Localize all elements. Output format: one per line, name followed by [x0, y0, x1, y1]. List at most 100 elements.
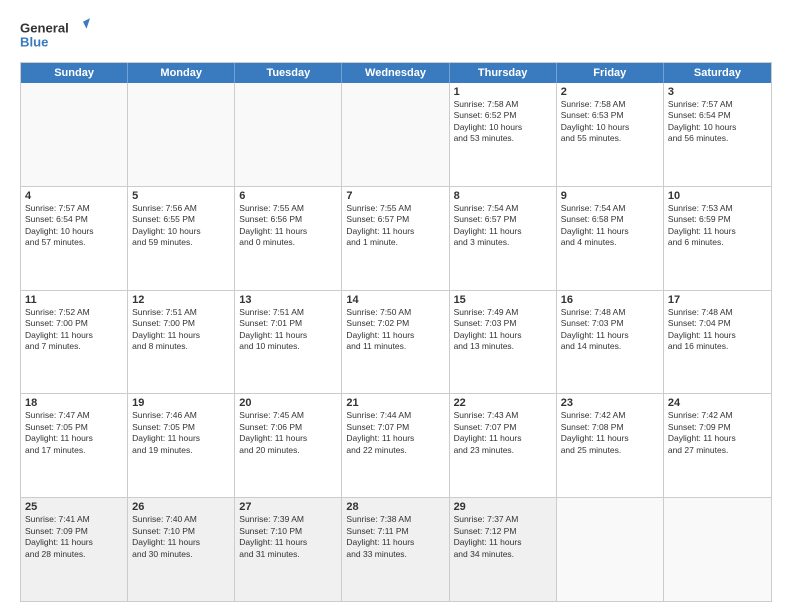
day-info: Sunrise: 7:39 AM Sunset: 7:10 PM Dayligh…: [239, 514, 337, 560]
calendar-cell: 27Sunrise: 7:39 AM Sunset: 7:10 PM Dayli…: [235, 498, 342, 601]
svg-text:Blue: Blue: [20, 34, 48, 49]
day-number: 27: [239, 501, 337, 513]
day-number: 6: [239, 190, 337, 202]
header-day: Saturday: [664, 63, 771, 83]
day-info: Sunrise: 7:57 AM Sunset: 6:54 PM Dayligh…: [25, 203, 123, 249]
day-number: 26: [132, 501, 230, 513]
calendar-cell: 14Sunrise: 7:50 AM Sunset: 7:02 PM Dayli…: [342, 291, 449, 394]
day-number: 20: [239, 397, 337, 409]
calendar-cell: [128, 83, 235, 186]
day-number: 25: [25, 501, 123, 513]
day-number: 13: [239, 294, 337, 306]
header-day: Monday: [128, 63, 235, 83]
calendar-cell: 17Sunrise: 7:48 AM Sunset: 7:04 PM Dayli…: [664, 291, 771, 394]
calendar-cell: 9Sunrise: 7:54 AM Sunset: 6:58 PM Daylig…: [557, 187, 664, 290]
calendar-cell: [342, 83, 449, 186]
day-number: 10: [668, 190, 767, 202]
calendar: SundayMondayTuesdayWednesdayThursdayFrid…: [20, 62, 772, 602]
day-info: Sunrise: 7:48 AM Sunset: 7:03 PM Dayligh…: [561, 307, 659, 353]
calendar-cell: 23Sunrise: 7:42 AM Sunset: 7:08 PM Dayli…: [557, 394, 664, 497]
page: General Blue SundayMondayTuesdayWednesda…: [0, 0, 792, 612]
day-number: 9: [561, 190, 659, 202]
day-number: 4: [25, 190, 123, 202]
day-number: 17: [668, 294, 767, 306]
day-number: 14: [346, 294, 444, 306]
day-number: 7: [346, 190, 444, 202]
day-info: Sunrise: 7:54 AM Sunset: 6:58 PM Dayligh…: [561, 203, 659, 249]
day-number: 18: [25, 397, 123, 409]
calendar-cell: 15Sunrise: 7:49 AM Sunset: 7:03 PM Dayli…: [450, 291, 557, 394]
calendar-cell: 8Sunrise: 7:54 AM Sunset: 6:57 PM Daylig…: [450, 187, 557, 290]
day-number: 29: [454, 501, 552, 513]
day-info: Sunrise: 7:50 AM Sunset: 7:02 PM Dayligh…: [346, 307, 444, 353]
calendar-cell: 4Sunrise: 7:57 AM Sunset: 6:54 PM Daylig…: [21, 187, 128, 290]
calendar-cell: 24Sunrise: 7:42 AM Sunset: 7:09 PM Dayli…: [664, 394, 771, 497]
day-number: 23: [561, 397, 659, 409]
calendar-cell: 3Sunrise: 7:57 AM Sunset: 6:54 PM Daylig…: [664, 83, 771, 186]
day-info: Sunrise: 7:51 AM Sunset: 7:01 PM Dayligh…: [239, 307, 337, 353]
calendar-cell: [557, 498, 664, 601]
day-info: Sunrise: 7:42 AM Sunset: 7:08 PM Dayligh…: [561, 410, 659, 456]
calendar-cell: 21Sunrise: 7:44 AM Sunset: 7:07 PM Dayli…: [342, 394, 449, 497]
day-number: 12: [132, 294, 230, 306]
calendar-cell: 11Sunrise: 7:52 AM Sunset: 7:00 PM Dayli…: [21, 291, 128, 394]
calendar-cell: 25Sunrise: 7:41 AM Sunset: 7:09 PM Dayli…: [21, 498, 128, 601]
day-info: Sunrise: 7:37 AM Sunset: 7:12 PM Dayligh…: [454, 514, 552, 560]
day-info: Sunrise: 7:58 AM Sunset: 6:53 PM Dayligh…: [561, 99, 659, 145]
svg-text:General: General: [20, 20, 69, 35]
calendar-row: 11Sunrise: 7:52 AM Sunset: 7:00 PM Dayli…: [21, 290, 771, 394]
header-day: Friday: [557, 63, 664, 83]
calendar-cell: 12Sunrise: 7:51 AM Sunset: 7:00 PM Dayli…: [128, 291, 235, 394]
day-info: Sunrise: 7:46 AM Sunset: 7:05 PM Dayligh…: [132, 410, 230, 456]
day-info: Sunrise: 7:45 AM Sunset: 7:06 PM Dayligh…: [239, 410, 337, 456]
day-info: Sunrise: 7:40 AM Sunset: 7:10 PM Dayligh…: [132, 514, 230, 560]
day-info: Sunrise: 7:41 AM Sunset: 7:09 PM Dayligh…: [25, 514, 123, 560]
calendar-row: 18Sunrise: 7:47 AM Sunset: 7:05 PM Dayli…: [21, 393, 771, 497]
day-number: 22: [454, 397, 552, 409]
calendar-cell: 20Sunrise: 7:45 AM Sunset: 7:06 PM Dayli…: [235, 394, 342, 497]
header-day: Thursday: [450, 63, 557, 83]
calendar-cell: 19Sunrise: 7:46 AM Sunset: 7:05 PM Dayli…: [128, 394, 235, 497]
day-number: 24: [668, 397, 767, 409]
calendar-row: 25Sunrise: 7:41 AM Sunset: 7:09 PM Dayli…: [21, 497, 771, 601]
calendar-cell: 13Sunrise: 7:51 AM Sunset: 7:01 PM Dayli…: [235, 291, 342, 394]
day-number: 1: [454, 86, 552, 98]
calendar-cell: 22Sunrise: 7:43 AM Sunset: 7:07 PM Dayli…: [450, 394, 557, 497]
day-info: Sunrise: 7:53 AM Sunset: 6:59 PM Dayligh…: [668, 203, 767, 249]
logo-svg: General Blue: [20, 16, 90, 52]
calendar-cell: 1Sunrise: 7:58 AM Sunset: 6:52 PM Daylig…: [450, 83, 557, 186]
header-day: Tuesday: [235, 63, 342, 83]
day-number: 21: [346, 397, 444, 409]
day-info: Sunrise: 7:55 AM Sunset: 6:57 PM Dayligh…: [346, 203, 444, 249]
calendar-header: SundayMondayTuesdayWednesdayThursdayFrid…: [21, 63, 771, 83]
calendar-cell: 7Sunrise: 7:55 AM Sunset: 6:57 PM Daylig…: [342, 187, 449, 290]
day-number: 15: [454, 294, 552, 306]
header: General Blue: [20, 16, 772, 52]
header-day: Sunday: [21, 63, 128, 83]
calendar-cell: 18Sunrise: 7:47 AM Sunset: 7:05 PM Dayli…: [21, 394, 128, 497]
day-number: 11: [25, 294, 123, 306]
calendar-cell: 5Sunrise: 7:56 AM Sunset: 6:55 PM Daylig…: [128, 187, 235, 290]
day-info: Sunrise: 7:44 AM Sunset: 7:07 PM Dayligh…: [346, 410, 444, 456]
calendar-cell: 6Sunrise: 7:55 AM Sunset: 6:56 PM Daylig…: [235, 187, 342, 290]
calendar-cell: 26Sunrise: 7:40 AM Sunset: 7:10 PM Dayli…: [128, 498, 235, 601]
calendar-cell: 28Sunrise: 7:38 AM Sunset: 7:11 PM Dayli…: [342, 498, 449, 601]
calendar-row: 4Sunrise: 7:57 AM Sunset: 6:54 PM Daylig…: [21, 186, 771, 290]
day-info: Sunrise: 7:56 AM Sunset: 6:55 PM Dayligh…: [132, 203, 230, 249]
day-info: Sunrise: 7:47 AM Sunset: 7:05 PM Dayligh…: [25, 410, 123, 456]
calendar-cell: [664, 498, 771, 601]
day-number: 16: [561, 294, 659, 306]
calendar-cell: [21, 83, 128, 186]
day-number: 8: [454, 190, 552, 202]
calendar-cell: 16Sunrise: 7:48 AM Sunset: 7:03 PM Dayli…: [557, 291, 664, 394]
calendar-cell: 10Sunrise: 7:53 AM Sunset: 6:59 PM Dayli…: [664, 187, 771, 290]
day-info: Sunrise: 7:55 AM Sunset: 6:56 PM Dayligh…: [239, 203, 337, 249]
day-number: 19: [132, 397, 230, 409]
day-info: Sunrise: 7:52 AM Sunset: 7:00 PM Dayligh…: [25, 307, 123, 353]
header-day: Wednesday: [342, 63, 449, 83]
calendar-cell: [235, 83, 342, 186]
calendar-cell: 2Sunrise: 7:58 AM Sunset: 6:53 PM Daylig…: [557, 83, 664, 186]
day-info: Sunrise: 7:51 AM Sunset: 7:00 PM Dayligh…: [132, 307, 230, 353]
calendar-body: 1Sunrise: 7:58 AM Sunset: 6:52 PM Daylig…: [21, 83, 771, 601]
day-number: 28: [346, 501, 444, 513]
